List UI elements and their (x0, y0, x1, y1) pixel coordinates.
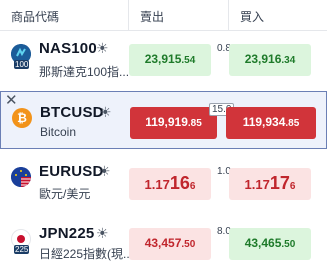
bitcoin-icon: ₿ (12, 108, 32, 128)
header-sell: 賣出 (140, 10, 165, 24)
sell-price-decimal: .85 (187, 118, 202, 129)
icon-badge: 225 (14, 245, 30, 254)
symbol-label: EURUSD (39, 163, 104, 180)
sell-price-button[interactable]: 43,457.50 (129, 228, 211, 260)
table-row[interactable]: 100 NAS100 ☀ 那斯達克100指... 23,915.54 0.8 2… (0, 31, 327, 91)
buy-price-main: 1.17 (244, 177, 270, 192)
icon-badge: 100 (14, 60, 30, 69)
sell-price-main: 1.17 (144, 177, 170, 192)
sell-price-pips: 16 (169, 173, 190, 193)
market-hours-icon[interactable]: ☀ (98, 163, 111, 180)
table-header: 商品代碼 賣出 買入 (0, 0, 327, 31)
buy-price-decimal: .50 (281, 239, 296, 250)
sell-price-button[interactable]: 1.17 16 6 (129, 168, 211, 200)
instrument-name: 歐元/美元 (39, 187, 91, 201)
table-row[interactable]: 225 JPN225 ☀ 日經225指數(現... 43,457.50 8.0 … (0, 209, 327, 261)
buy-price-button[interactable]: 119,934.85 (226, 107, 316, 139)
instrument-name: 日經225指數(現... (39, 247, 129, 261)
sell-price-main: 119,919 (145, 115, 188, 129)
sell-price-decimal: .50 (181, 239, 196, 250)
sell-price-button[interactable]: 23,915.54 (129, 44, 211, 76)
buy-price-main: 23,916 (244, 52, 282, 66)
buy-price-decimal: .34 (281, 55, 296, 66)
buy-price-decimal: .85 (285, 118, 300, 129)
sell-price-decimal: .54 (181, 55, 196, 66)
market-hours-icon[interactable]: ☀ (96, 225, 109, 242)
sell-price-main: 43,457 (144, 236, 182, 250)
buy-price-main: 119,934 (242, 115, 286, 129)
symbol-label: BTCUSD (40, 104, 104, 121)
header-product: 商品代碼 (11, 10, 60, 24)
table-row-selected[interactable]: ✕ ₿ BTCUSD ☀ Bitcoin 119,919.85 15.0 119… (0, 91, 327, 149)
symbol-label: JPN225 (39, 225, 95, 242)
instrument-name: 那斯達克100指... (39, 65, 129, 79)
buy-price-pips: 17 (269, 173, 290, 193)
header-buy: 買入 (240, 10, 265, 24)
close-icon[interactable]: ✕ (5, 93, 18, 108)
buy-price-button[interactable]: 23,916.34 (229, 44, 311, 76)
sell-price-main: 23,915 (144, 52, 182, 66)
sell-price-fraction: 6 (189, 181, 196, 192)
buy-price-button[interactable]: 43,465.50 (229, 228, 311, 260)
instrument-name: Bitcoin (40, 125, 77, 139)
header-divider (128, 0, 129, 30)
header-divider (228, 0, 229, 30)
eu-us-flag-icon (11, 167, 31, 187)
buy-price-button[interactable]: 1.17 17 6 (229, 168, 311, 200)
symbol-label: NAS100 (39, 40, 97, 57)
sell-price-button[interactable]: 119,919.85 (130, 107, 217, 139)
buy-price-main: 43,465 (244, 236, 282, 250)
market-hours-icon[interactable]: ☀ (99, 104, 112, 121)
buy-price-fraction: 6 (289, 181, 296, 192)
market-hours-icon[interactable]: ☀ (96, 40, 109, 57)
table-row[interactable]: EURUSD ☀ 歐元/美元 1.17 16 6 1.0 1.17 17 6 (0, 149, 327, 209)
